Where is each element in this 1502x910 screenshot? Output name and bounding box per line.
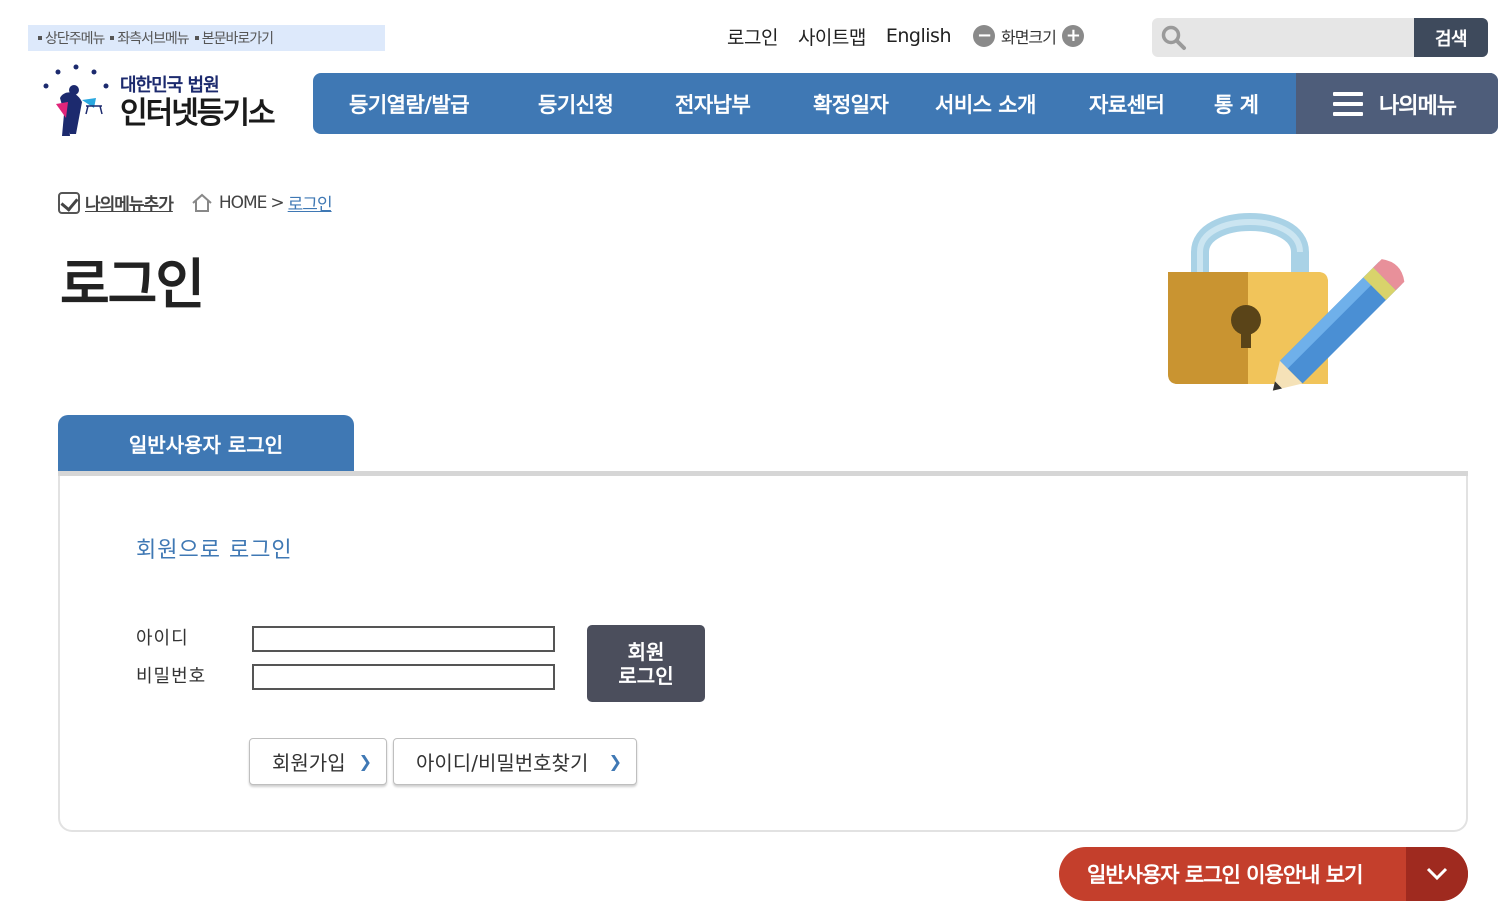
chevron-right-icon: ❯ bbox=[358, 752, 372, 771]
chevron-right-icon: ❯ bbox=[608, 752, 622, 771]
site-logo[interactable]: 대한민국 법원 인터넷등기소 bbox=[36, 62, 291, 138]
sitemap-link[interactable]: 사이트맵 bbox=[798, 23, 866, 50]
login-button-line1: 회원 bbox=[627, 639, 665, 664]
nav-item-e-payment[interactable]: 전자납부 bbox=[675, 89, 751, 119]
zoom-control: − 화면크기 + bbox=[972, 24, 1084, 48]
zoom-out-icon[interactable]: − bbox=[972, 25, 995, 47]
skip-links: 상단주메뉴 좌측서브메뉴 본문바로가기 bbox=[28, 25, 385, 51]
join-button-label: 회원가입 bbox=[272, 751, 346, 775]
zoom-in-icon[interactable]: + bbox=[1061, 25, 1084, 47]
home-icon bbox=[192, 193, 212, 212]
nav-item-data-center[interactable]: 자료센터 bbox=[1089, 89, 1165, 119]
my-menu-button[interactable]: 나의메뉴 bbox=[1296, 73, 1498, 134]
logo-title: 인터넷등기소 bbox=[120, 95, 276, 131]
search-bar: 검색 bbox=[1152, 18, 1488, 57]
login-link[interactable]: 로그인 bbox=[727, 23, 778, 50]
search-input[interactable] bbox=[1196, 18, 1414, 57]
page-title: 로그인 bbox=[60, 253, 205, 316]
my-menu-label: 나의메뉴 bbox=[1379, 93, 1457, 119]
add-my-menu-label: 나의메뉴추가 bbox=[85, 195, 174, 215]
id-field[interactable] bbox=[252, 626, 555, 652]
search-icon bbox=[1152, 18, 1196, 57]
breadcrumb: 나의메뉴추가 HOME > 로그인 bbox=[58, 190, 333, 215]
english-link[interactable]: English bbox=[886, 25, 952, 47]
nav-item-fixed-date[interactable]: 확정일자 bbox=[813, 89, 889, 119]
login-button-line2: 로그인 bbox=[618, 663, 674, 688]
skip-link-top-menu[interactable]: 상단주메뉴 bbox=[38, 28, 105, 48]
util-menu: 로그인 사이트맵 English − 화면크기 + bbox=[727, 20, 1084, 52]
find-button-label: 아이디/비밀번호찾기 bbox=[416, 751, 589, 775]
nav-item-statistics[interactable]: 통 계 bbox=[1214, 89, 1259, 119]
id-label: 아이디 bbox=[136, 628, 189, 649]
search-button[interactable]: 검색 bbox=[1414, 18, 1488, 57]
nav-item-registry-view[interactable]: 등기열람/발급 bbox=[349, 89, 470, 119]
login-panel: 회원으로 로그인 아이디 비밀번호 회원 로그인 회원가입 ❯ 아이디/비밀번호… bbox=[58, 476, 1468, 832]
checkbox-icon bbox=[58, 191, 80, 214]
member-login-button[interactable]: 회원 로그인 bbox=[587, 625, 705, 702]
password-label: 비밀번호 bbox=[136, 666, 207, 687]
section-title: 회원으로 로그인 bbox=[136, 538, 293, 563]
breadcrumb-home[interactable]: HOME bbox=[219, 193, 268, 213]
chevron-down-icon bbox=[1406, 847, 1468, 901]
login-guide-button[interactable]: 일반사용자 로그인 이용안내 보기 bbox=[1059, 847, 1468, 901]
breadcrumb-current[interactable]: 로그인 bbox=[288, 190, 333, 215]
find-id-password-button[interactable]: 아이디/비밀번호찾기 ❯ bbox=[393, 738, 637, 785]
login-guide-label: 일반사용자 로그인 이용안내 보기 bbox=[1087, 863, 1363, 887]
logo-subtitle: 대한민국 법원 bbox=[120, 74, 220, 96]
breadcrumb-separator: > bbox=[270, 192, 284, 213]
skip-link-content[interactable]: 본문바로가기 bbox=[195, 28, 274, 48]
lock-pencil-icon bbox=[1168, 213, 1405, 391]
tab-general-user-login[interactable]: 일반사용자 로그인 bbox=[58, 415, 354, 472]
nav-item-service-intro[interactable]: 서비스 소개 bbox=[935, 89, 1036, 119]
court-emblem-icon bbox=[43, 64, 109, 136]
zoom-label: 화면크기 bbox=[1000, 28, 1057, 47]
nav-item-registry-apply[interactable]: 등기신청 bbox=[538, 89, 614, 119]
skip-link-side-menu[interactable]: 좌측서브메뉴 bbox=[110, 28, 189, 48]
join-button[interactable]: 회원가입 ❯ bbox=[249, 738, 387, 785]
add-my-menu-link[interactable]: 나의메뉴추가 bbox=[58, 190, 174, 215]
hamburger-icon bbox=[1333, 91, 1363, 116]
password-field[interactable] bbox=[252, 664, 555, 690]
main-nav: 등기열람/발급 등기신청 전자납부 확정일자 서비스 소개 자료센터 통 계 나… bbox=[313, 73, 1498, 134]
